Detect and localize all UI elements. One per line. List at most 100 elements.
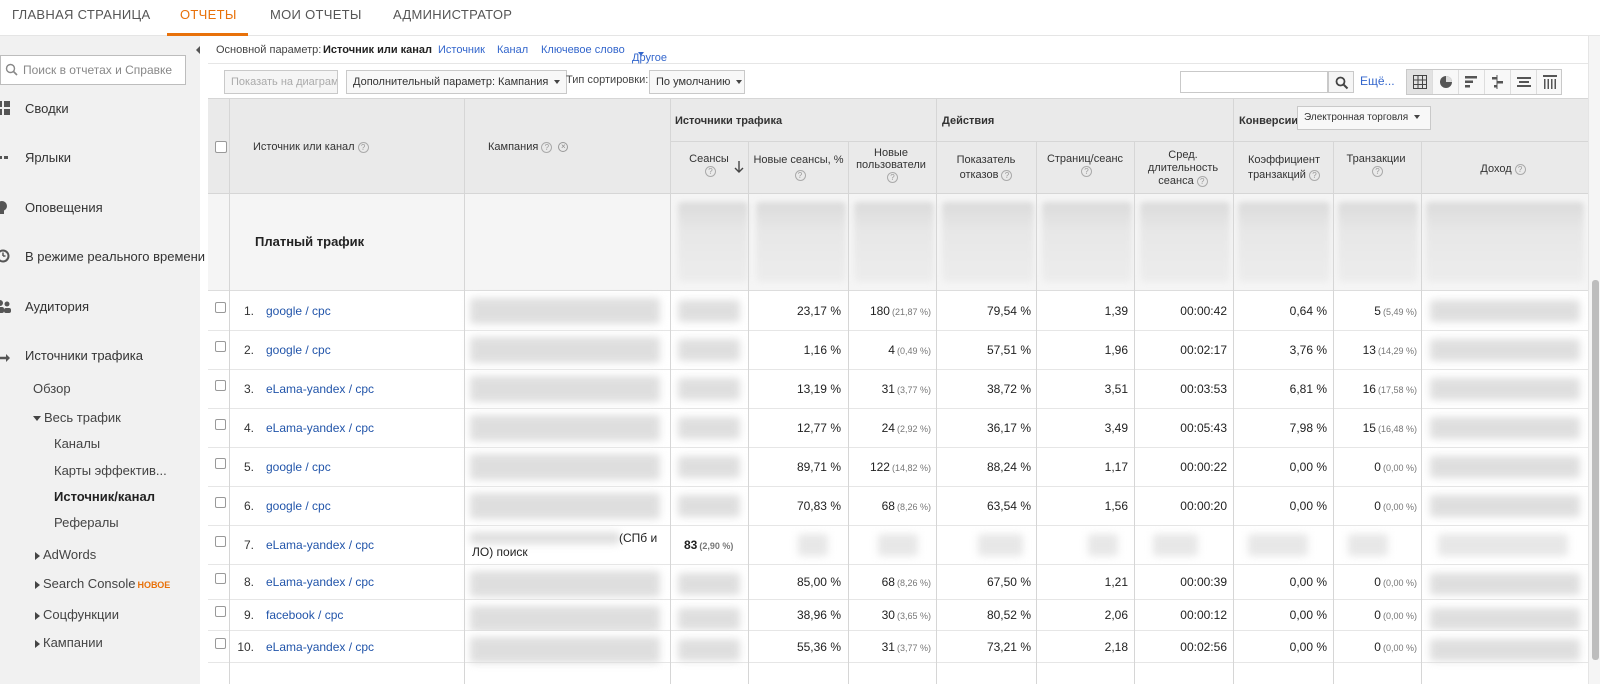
column-header-new-sessions[interactable]: Новые сеансы, %?: [751, 153, 846, 183]
page-scrollbar[interactable]: [1588, 36, 1600, 684]
row-checkbox[interactable]: [215, 380, 226, 391]
new-users-count: 122: [869, 460, 890, 474]
row-checkbox[interactable]: [215, 638, 226, 649]
sidebar-item-social[interactable]: Соцфункции: [35, 606, 119, 624]
dimension-option-medium[interactable]: Канал: [497, 44, 528, 56]
new-sessions-value: 89,71 %: [796, 460, 841, 474]
source-medium-link[interactable]: google / cpc: [266, 460, 331, 474]
search-input[interactable]: [23, 56, 183, 84]
row-checkbox[interactable]: [215, 606, 226, 617]
help-icon[interactable]: ?: [541, 141, 553, 153]
help-icon[interactable]: ?: [1001, 169, 1013, 181]
source-medium-link[interactable]: eLama-yandex / cpc: [266, 538, 374, 552]
tab-my-reports[interactable]: Мои отчеты: [270, 0, 362, 36]
row-checkbox[interactable]: [215, 536, 226, 547]
column-header-conversion-rate[interactable]: Коэффициент транзакций?: [1238, 153, 1330, 183]
column-header-new-users[interactable]: Новые пользователи?: [851, 147, 931, 183]
sort-type-label: Тип сортировки:: [566, 74, 649, 86]
help-icon[interactable]: ?: [1081, 165, 1092, 177]
source-medium-link[interactable]: facebook / cpc: [266, 608, 343, 622]
source-medium-link[interactable]: eLama-yandex / cpc: [266, 421, 374, 435]
table-filter-button[interactable]: [1328, 71, 1354, 93]
sidebar-item-label: Аудитория: [25, 299, 90, 314]
help-icon[interactable]: ?: [1372, 165, 1383, 177]
pivot-view-button[interactable]: [1537, 70, 1563, 94]
sidebar-item-search-console[interactable]: Search Console НОВОЕ: [35, 575, 170, 593]
bounce-rate-value: 79,54 %: [986, 304, 1031, 318]
comparison-view-button[interactable]: [1485, 70, 1511, 94]
new-sessions-value: 13,19 %: [796, 382, 841, 396]
transactions-value: 0 (0,00 %): [1335, 499, 1417, 513]
column-header-bounce-rate[interactable]: Показатель отказов?: [941, 153, 1031, 183]
collapse-sidebar-icon[interactable]: [193, 44, 203, 56]
secondary-dimension-dropdown[interactable]: Дополнительный параметр: Кампания: [346, 70, 568, 94]
transactions-percent: (0,00 %): [1382, 502, 1417, 512]
chevron-right-icon: [35, 580, 40, 589]
source-medium-link[interactable]: eLama-yandex / cpc: [266, 382, 374, 396]
source-medium-link[interactable]: eLama-yandex / cpc: [266, 640, 374, 654]
sidebar-item-adwords[interactable]: AdWords: [35, 546, 96, 564]
row-checkbox[interactable]: [215, 341, 226, 352]
primary-dimension-bar: Основной параметр: Источник или канал Ис…: [208, 36, 1588, 64]
sidebar-item-treemaps[interactable]: Карты эффектив...: [54, 462, 167, 480]
column-header-revenue[interactable]: Доход?: [1423, 163, 1583, 175]
clock-icon: [0, 249, 10, 263]
select-all-checkbox[interactable]: [215, 141, 227, 153]
help-icon[interactable]: ?: [357, 141, 369, 153]
help-icon[interactable]: ?: [794, 169, 806, 181]
transactions-value: 0 (0,00 %): [1335, 575, 1417, 589]
new-sessions-value: 23,17 %: [796, 304, 841, 318]
tab-admin[interactable]: Администратор: [393, 0, 512, 36]
scrollbar-thumb[interactable]: [1592, 280, 1599, 660]
sidebar-item-referrals[interactable]: Рефералы: [54, 514, 119, 532]
source-medium-link[interactable]: google / cpc: [266, 304, 331, 318]
sidebar-item-campaigns[interactable]: Кампании: [35, 634, 103, 652]
conversion-type-dropdown[interactable]: Электронная торговля: [1297, 106, 1431, 130]
source-medium-link[interactable]: eLama-yandex / cpc: [266, 575, 374, 589]
sidebar-item-all-traffic[interactable]: Весь трафик: [33, 409, 121, 427]
column-header-source[interactable]: Источник или канал?: [253, 141, 369, 153]
sort-type-dropdown[interactable]: По умолчанию: [649, 70, 745, 94]
remove-dimension-icon[interactable]: ×: [558, 142, 569, 153]
row-checkbox[interactable]: [215, 302, 226, 313]
transactions-percent: (0,00 %): [1382, 578, 1417, 588]
term-cloud-view-button[interactable]: [1511, 70, 1537, 94]
row-checkbox[interactable]: [215, 497, 226, 508]
bounce-rate-value: 67,50 %: [986, 575, 1031, 589]
advanced-filter-link[interactable]: Ещё...: [1360, 74, 1395, 88]
transactions-percent: (16,48 %): [1377, 424, 1417, 434]
plot-rows-button[interactable]: Показать на диаграмме: [224, 70, 338, 94]
dimension-option-keyword[interactable]: Ключевое слово: [541, 44, 625, 56]
sidebar-item-source-medium[interactable]: Источник/канал: [54, 488, 155, 506]
table-view-button[interactable]: [1407, 70, 1433, 94]
pie-view-button[interactable]: [1433, 70, 1459, 94]
column-header-campaign[interactable]: Кампания? ×: [488, 141, 569, 153]
column-header-transactions[interactable]: Транзакции?: [1336, 153, 1416, 177]
source-medium-link[interactable]: google / cpc: [266, 499, 331, 513]
bounce-rate-value: 36,17 %: [986, 421, 1031, 435]
blurred-revenue: [1430, 573, 1580, 595]
help-icon[interactable]: ?: [705, 165, 716, 177]
sidebar-item-channels[interactable]: Каналы: [54, 435, 100, 453]
help-icon[interactable]: ?: [1196, 175, 1208, 187]
blurred-total: [678, 202, 748, 282]
help-icon[interactable]: ?: [1514, 163, 1526, 175]
row-checkbox[interactable]: [215, 419, 226, 430]
column-header-avg-session-duration[interactable]: Сред. длительность сеанса?: [1138, 149, 1228, 188]
source-medium-link[interactable]: google / cpc: [266, 343, 331, 357]
help-icon[interactable]: ?: [887, 171, 898, 183]
row-checkbox[interactable]: [215, 458, 226, 469]
sort-descending-icon[interactable]: [734, 161, 744, 173]
dimension-option-source[interactable]: Источник: [438, 44, 485, 56]
sidebar-item-overview[interactable]: Обзор: [33, 380, 71, 398]
report-search[interactable]: [0, 55, 186, 85]
tab-reports[interactable]: Отчеты: [180, 0, 237, 36]
help-icon[interactable]: ?: [1308, 169, 1320, 181]
column-header-pages-per-session[interactable]: Страниц/сеанс?: [1040, 153, 1130, 177]
tab-home[interactable]: Главная страница: [12, 0, 150, 36]
column-header-sessions[interactable]: Сеансы?: [670, 153, 748, 177]
blurred-sessions: [678, 417, 740, 439]
table-filter-input[interactable]: [1180, 71, 1328, 93]
performance-view-button[interactable]: [1459, 70, 1485, 94]
row-checkbox[interactable]: [215, 573, 226, 584]
